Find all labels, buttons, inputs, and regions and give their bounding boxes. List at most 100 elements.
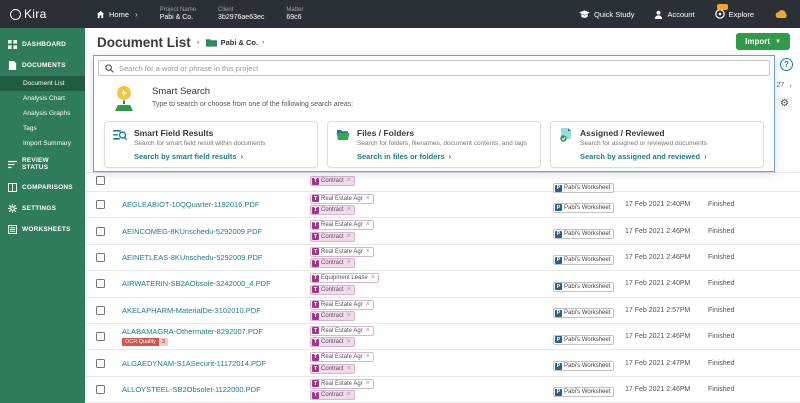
home-link[interactable]: Home › [96, 10, 138, 19]
worksheet-badge[interactable]: P Pabi's Worksheet [553, 335, 614, 345]
tag-remove-icon[interactable]: × [347, 207, 351, 213]
account-button[interactable]: Account [654, 10, 694, 19]
worksheet-p-icon: P [555, 283, 562, 290]
tag-remove-icon[interactable]: × [366, 354, 370, 360]
row-checkbox[interactable] [96, 200, 105, 209]
tag-real-estate-agr[interactable]: TReal Estate Agr× [310, 379, 374, 389]
pagination-next-icon[interactable]: › [789, 81, 792, 90]
worksheet-badge[interactable]: P Pabi's Worksheet [553, 255, 614, 265]
row-checkbox[interactable] [96, 332, 105, 341]
row-checkbox[interactable] [96, 359, 105, 368]
table-row: ALGAEDYNAM-S1ASecurit-11172014.PDF TReal… [85, 350, 800, 376]
tag-label: Real Estate Agr [321, 249, 363, 255]
worksheet-badge[interactable]: P Pabi's Worksheet [553, 229, 614, 239]
card-link-files-folders[interactable]: Search in files or folders › [357, 152, 532, 161]
card-assigned-reviewed[interactable]: Assigned / Reviewed Search for assigned … [550, 121, 764, 168]
kira-logo[interactable]: Kira [10, 7, 82, 21]
explore-button[interactable]: Explore [715, 9, 754, 19]
sidebar-item-document-list[interactable]: Document List [0, 76, 85, 91]
tag-label: Real Estate Agr [321, 328, 363, 334]
card-link-label: Search in files or folders [357, 152, 445, 161]
import-caret-icon: ▼ [775, 39, 781, 45]
document-link[interactable]: AEINCOMEG-8KUnschedu-5292009.PDF [122, 227, 262, 236]
tag-real-estate-agr[interactable]: TReal Estate Agr× [310, 247, 374, 257]
tag-remove-icon[interactable]: × [366, 196, 370, 202]
quick-study-button[interactable]: Quick Study [579, 10, 634, 19]
tag-real-estate-agr[interactable]: TReal Estate Agr× [310, 220, 374, 230]
tag-contract[interactable]: TContract× [310, 311, 355, 321]
breadcrumb[interactable]: Pabi & Co. › [206, 38, 265, 47]
tag-contract[interactable]: TContract× [310, 205, 355, 215]
card-link-assigned-reviewed[interactable]: Search by assigned and reviewed › [580, 152, 755, 161]
row-checkbox[interactable] [96, 279, 105, 288]
sidebar-item-dashboard[interactable]: DASHBOARD [0, 34, 85, 55]
sidebar-item-settings[interactable]: SETTINGS [0, 198, 85, 219]
table-settings-gear-icon[interactable]: ⚙ [777, 97, 792, 110]
card-texts: Files / Folders Search for folders, file… [357, 128, 532, 161]
worksheet-badge[interactable]: P Pabi's Worksheet [553, 183, 614, 193]
sidebar-item-analysis-graphs[interactable]: Analysis Graphs [0, 106, 85, 121]
row-checkbox[interactable] [96, 253, 105, 262]
tag-contract[interactable]: TContract× [310, 258, 355, 268]
tag-contract[interactable]: TContract× [310, 337, 355, 347]
tag-remove-icon[interactable]: × [347, 366, 351, 372]
tag-remove-icon[interactable]: × [371, 275, 375, 281]
tag-remove-icon[interactable]: × [366, 222, 370, 228]
tag-real-estate-agr[interactable]: TReal Estate Agr× [310, 352, 374, 362]
card-link-smart-field[interactable]: Search by smart field results › [134, 152, 309, 161]
sidebar-item-import-summary[interactable]: Import Summary [0, 136, 85, 151]
tag-remove-icon[interactable]: × [366, 381, 370, 387]
tag-equipment-lease[interactable]: TEquipment Lease× [310, 273, 379, 283]
document-link[interactable]: ALLOYSTEEL-SB2Obsolet-1122000.PDF [122, 385, 261, 394]
document-link[interactable]: ALABAMAGRA-Othermater-8292007.PDF [122, 327, 263, 336]
tag-remove-icon[interactable]: × [366, 302, 370, 308]
tag-contract[interactable]: TContract× [310, 176, 355, 186]
sidebar-item-analysis-chart[interactable]: Analysis Chart [0, 91, 85, 106]
tag-real-estate-agr[interactable]: TReal Estate Agr× [310, 300, 374, 310]
worksheet-badge[interactable]: P Pabi's Worksheet [553, 387, 614, 397]
tag-real-estate-agr[interactable]: TReal Estate Agr× [310, 194, 374, 204]
tag-remove-icon[interactable]: × [347, 260, 351, 266]
tag-remove-icon[interactable]: × [366, 249, 370, 255]
tag-real-estate-agr[interactable]: TReal Estate Agr× [310, 326, 374, 336]
row-checkbox[interactable] [96, 227, 105, 236]
document-link[interactable]: AEGLEABIOT-10QQuarter-1192016.PDF [122, 200, 259, 209]
smart-search-overlay: Smart Search Type to search or choose fr… [93, 55, 775, 172]
worksheet-badge[interactable]: P Pabi's Worksheet [553, 308, 614, 318]
tag-remove-icon[interactable]: × [347, 178, 351, 184]
tag-contract[interactable]: TContract× [310, 364, 355, 374]
search-input[interactable] [119, 64, 763, 73]
cloud-status-icon[interactable] [774, 9, 788, 19]
tag-remove-icon[interactable]: × [347, 234, 351, 240]
row-checkbox[interactable] [96, 176, 105, 185]
card-smart-field-results[interactable]: Smart Field Results Search for smart fie… [104, 121, 318, 168]
card-files-folders[interactable]: Files / Folders Search for folders, file… [327, 121, 541, 168]
sidebar-item-documents[interactable]: DOCUMENTS [0, 55, 85, 76]
tag-remove-icon[interactable]: × [347, 287, 351, 293]
help-button[interactable]: ? [780, 58, 793, 71]
sidebar-item-tags[interactable]: Tags [0, 121, 85, 136]
tag-contract[interactable]: TContract× [310, 232, 355, 242]
tag-remove-icon[interactable]: × [347, 339, 351, 345]
document-link[interactable]: AIRWATERIN-SB2AObsole-3242000_4.PDF [122, 279, 271, 288]
worksheet-badge[interactable]: P Pabi's Worksheet [553, 203, 614, 213]
tag-remove-icon[interactable]: × [366, 328, 370, 334]
worksheet-badge[interactable]: P Pabi's Worksheet [553, 361, 614, 371]
tag-type-icon: T [312, 207, 319, 214]
search-bar[interactable] [98, 60, 770, 76]
document-link[interactable]: AKELAPHARM-MaterialDe-3102010.PDF [122, 306, 261, 315]
tag-contract[interactable]: TContract× [310, 285, 355, 295]
tag-remove-icon[interactable]: × [347, 313, 351, 319]
tag-remove-icon[interactable]: × [347, 392, 351, 398]
sidebar-item-review-status[interactable]: REVIEW STATUS [0, 151, 85, 177]
row-checkbox[interactable] [96, 306, 105, 315]
document-link[interactable]: ALGAEDYNAM-S1ASecurit-11172014.PDF [122, 359, 266, 368]
worksheet-badge[interactable]: P Pabi's Worksheet [553, 282, 614, 292]
import-button[interactable]: Import ▼ [736, 33, 790, 50]
sidebar-item-comparisons[interactable]: COMPARISONS [0, 177, 85, 198]
sidebar-item-worksheets[interactable]: WORKSHEETS [0, 219, 85, 240]
files-folders-icon [336, 128, 350, 141]
row-checkbox[interactable] [96, 385, 105, 394]
tag-contract[interactable]: TContract× [310, 390, 355, 400]
document-link[interactable]: AEINETLEAS-8KUnschedu-5292009.PDF [122, 253, 263, 262]
